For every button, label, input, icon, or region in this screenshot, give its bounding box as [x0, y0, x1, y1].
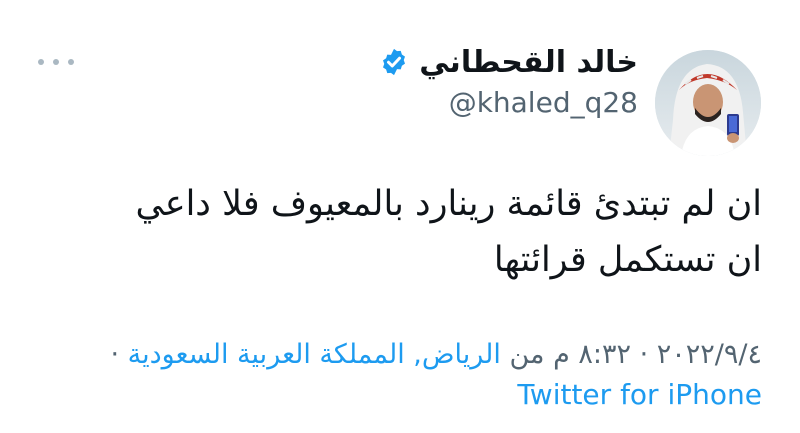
more-options-icon [68, 59, 74, 65]
tweet-location[interactable]: الرياض, المملكة العربية السعودية [128, 339, 501, 370]
tweet-meta: ٢٠٢٢/٩/٤ · ٨:٣٢ م من الرياض, المملكة الع… [110, 336, 762, 374]
from-label: من [509, 339, 545, 370]
meta-separator: · [110, 339, 120, 370]
tweet-date[interactable]: ٢٠٢٢/٩/٤ [657, 339, 762, 370]
tweet-text-line: ان تستكمل قرائتها [493, 240, 762, 280]
more-options-icon [53, 59, 59, 65]
tweet-text: ان لم تبتدئ قائمة رينارد بالمعيوف فلا دا… [62, 176, 762, 288]
author-handle[interactable]: @khaled_q28 [449, 86, 638, 119]
author-display-name[interactable]: خالد القحطاني [419, 45, 638, 80]
tweet-card: خالد القحطاني @khaled_q28 ان لم تبتدئ قا… [0, 0, 800, 433]
more-options-icon [38, 59, 44, 65]
author-name-row: خالد القحطاني [379, 40, 638, 84]
meta-separator: · [639, 339, 649, 370]
tweet-text-line: ان لم تبتدئ قائمة رينارد بالمعيوف فلا دا… [135, 184, 762, 224]
tweet-time[interactable]: ٨:٣٢ م [553, 339, 631, 370]
more-options-button[interactable] [38, 52, 74, 72]
avatar[interactable] [655, 50, 761, 156]
tweet-source-link[interactable]: Twitter for iPhone [517, 376, 762, 414]
verified-badge-icon [379, 47, 409, 77]
